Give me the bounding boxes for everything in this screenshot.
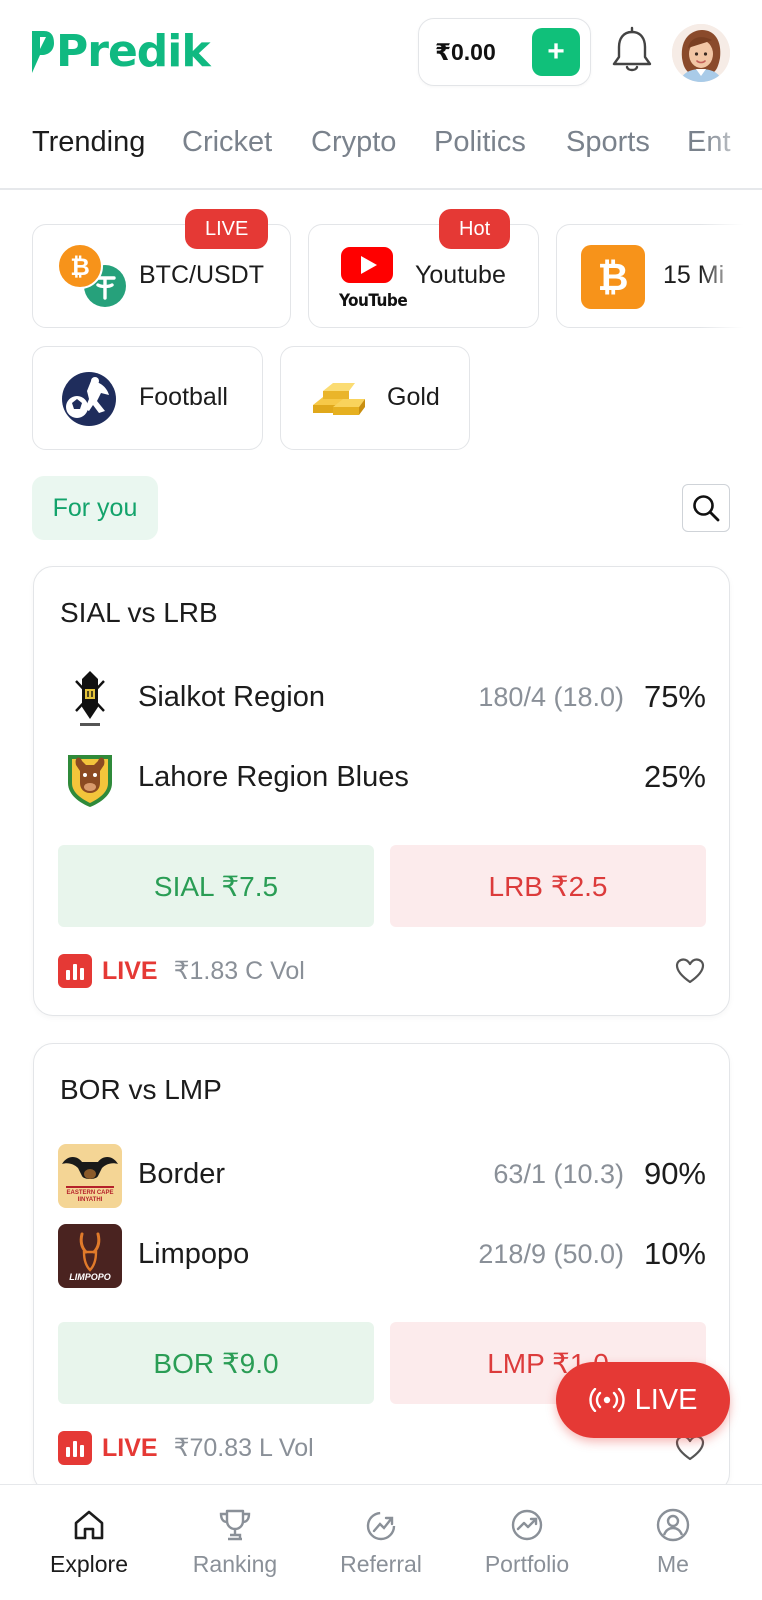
gold-bars-icon bbox=[313, 383, 365, 415]
portfolio-icon bbox=[511, 1509, 543, 1541]
broadcast-icon bbox=[588, 1388, 625, 1412]
user-avatar[interactable] bbox=[672, 24, 730, 82]
live-floating-label: LIVE bbox=[634, 1383, 698, 1416]
search-icon bbox=[693, 495, 720, 522]
svg-text:₿: ₿ bbox=[598, 255, 629, 299]
chip-label: BTC/USDT bbox=[139, 261, 264, 289]
lahore-blues-logo bbox=[58, 747, 122, 811]
team-probability: 90% bbox=[643, 1156, 706, 1191]
category-chip-btc-usdt[interactable]: LIVE ₿ BTC/USDT bbox=[32, 209, 291, 328]
nav-ranking[interactable]: Ranking bbox=[165, 1485, 305, 1600]
tabs-scroll-fade bbox=[702, 112, 762, 188]
border-logo-text: EASTERN CAPE IINYATHI bbox=[66, 1190, 114, 1203]
team-name: Sialkot Region bbox=[138, 681, 325, 713]
sialkot-logo bbox=[58, 667, 122, 731]
nav-portfolio[interactable]: Portfolio bbox=[457, 1485, 597, 1600]
limpopo-logo: LIMPOPO bbox=[58, 1224, 122, 1288]
team-row: EASTERN CAPE IINYATHI Border 63/1 (10.3)… bbox=[58, 1142, 706, 1210]
trophy-icon bbox=[219, 1509, 251, 1541]
nav-label: Me bbox=[657, 1551, 689, 1577]
bitcoin-icon: ₿ bbox=[581, 245, 645, 309]
market-title: SIAL vs LRB bbox=[60, 597, 218, 628]
chip-label: Gold bbox=[387, 383, 440, 411]
buy-no-button[interactable]: LRB ₹2.5 bbox=[390, 845, 706, 927]
btc-usdt-icon: ₿ bbox=[57, 243, 126, 307]
add-funds-button[interactable]: + bbox=[532, 28, 580, 76]
team-name: Lahore Region Blues bbox=[138, 761, 409, 793]
category-chip-youtube[interactable]: Hot YouTube Youtube bbox=[308, 209, 539, 328]
nav-label: Portfolio bbox=[484, 1551, 570, 1577]
category-chip-football[interactable]: Football bbox=[32, 346, 263, 450]
team-probability: 75% bbox=[643, 679, 706, 714]
bottom-navigation: Explore Ranking Referral Portfolio Me bbox=[0, 1484, 762, 1600]
market-volume: ₹1.83 C Vol bbox=[173, 957, 305, 985]
bet-buttons: SIAL ₹7.5 LRB ₹2.5 bbox=[58, 845, 706, 927]
market-card[interactable]: SIAL vs LRB Sialkot Region 180/4 (18.0) … bbox=[33, 566, 730, 1016]
user-icon bbox=[656, 1508, 690, 1542]
logo-text: Predik bbox=[56, 26, 211, 77]
nav-label: Explore bbox=[50, 1551, 128, 1577]
tab-cricket[interactable]: Cricket bbox=[182, 126, 272, 159]
football-icon bbox=[62, 372, 116, 426]
border-logo: EASTERN CAPE IINYATHI bbox=[58, 1144, 122, 1208]
live-status: LIVE bbox=[102, 956, 158, 985]
nav-label: Ranking bbox=[192, 1551, 278, 1577]
chip-label: Youtube bbox=[415, 261, 506, 289]
predik-logo[interactable]: Predik bbox=[30, 24, 211, 80]
buy-yes-button[interactable]: SIAL ₹7.5 bbox=[58, 845, 374, 927]
limpopo-logo-text: LIMPOPO bbox=[69, 1272, 111, 1282]
team-row: LIMPOPO Limpopo 218/9 (50.0) 10% bbox=[58, 1222, 706, 1290]
app-header: Predik ₹0.00 + bbox=[0, 0, 762, 104]
team-name: Border bbox=[138, 1158, 226, 1190]
team-probability: 10% bbox=[643, 1236, 706, 1271]
avatar-illustration-icon bbox=[672, 24, 730, 82]
chip-label: Football bbox=[139, 383, 228, 411]
live-bars-icon bbox=[58, 954, 92, 988]
market-volume: ₹70.83 L Vol bbox=[173, 1434, 314, 1462]
shield-crest-icon bbox=[58, 667, 122, 731]
market-footer: LIVE ₹1.83 C Vol bbox=[58, 953, 706, 989]
youtube-icon bbox=[341, 247, 393, 283]
team-probability: 25% bbox=[643, 759, 706, 794]
team-name: Limpopo bbox=[138, 1238, 250, 1270]
tab-crypto[interactable]: Crypto bbox=[311, 126, 396, 159]
team-score: 63/1 (10.3) bbox=[493, 1159, 624, 1189]
team-score: 218/9 (50.0) bbox=[478, 1239, 624, 1269]
live-badge: LIVE bbox=[185, 209, 269, 249]
buy-yes-button[interactable]: BOR ₹9.0 bbox=[58, 1322, 374, 1404]
team-score: 180/4 (18.0) bbox=[478, 682, 624, 712]
category-chip-gold[interactable]: Gold bbox=[280, 346, 470, 450]
heart-icon[interactable] bbox=[674, 955, 706, 987]
wallet-amount: ₹0.00 bbox=[435, 38, 496, 65]
youtube-wordmark: YouTube bbox=[339, 291, 408, 311]
live-floating-button[interactable]: LIVE bbox=[556, 1362, 730, 1438]
logo-mark-icon bbox=[32, 31, 54, 73]
bull-shield-icon bbox=[58, 747, 122, 811]
category-tabs: Trending Cricket Crypto Politics Sports … bbox=[0, 112, 762, 190]
hot-badge: Hot bbox=[439, 209, 511, 249]
for-you-filter[interactable]: For you bbox=[32, 476, 158, 540]
tab-sports[interactable]: Sports bbox=[566, 126, 650, 159]
live-status: LIVE bbox=[102, 1433, 158, 1462]
svg-text:₿: ₿ bbox=[70, 253, 90, 281]
tab-trending[interactable]: Trending bbox=[32, 126, 145, 159]
team-row: Lahore Region Blues 25% bbox=[58, 745, 706, 813]
referral-icon bbox=[366, 1511, 396, 1541]
live-bars-icon bbox=[58, 1431, 92, 1465]
team-row: Sialkot Region 180/4 (18.0) 75% bbox=[58, 665, 706, 733]
chips-scroll-fade bbox=[700, 216, 762, 456]
search-button[interactable] bbox=[682, 484, 730, 532]
market-title: BOR vs LMP bbox=[60, 1074, 222, 1105]
wallet-balance[interactable]: ₹0.00 + bbox=[418, 18, 591, 86]
home-icon bbox=[74, 1510, 104, 1540]
nav-label: Referral bbox=[340, 1551, 422, 1577]
nav-referral[interactable]: Referral bbox=[311, 1485, 451, 1600]
tab-politics[interactable]: Politics bbox=[434, 126, 526, 159]
nav-me[interactable]: Me bbox=[603, 1485, 743, 1600]
bell-icon[interactable] bbox=[608, 26, 656, 76]
nav-explore[interactable]: Explore bbox=[19, 1485, 159, 1600]
